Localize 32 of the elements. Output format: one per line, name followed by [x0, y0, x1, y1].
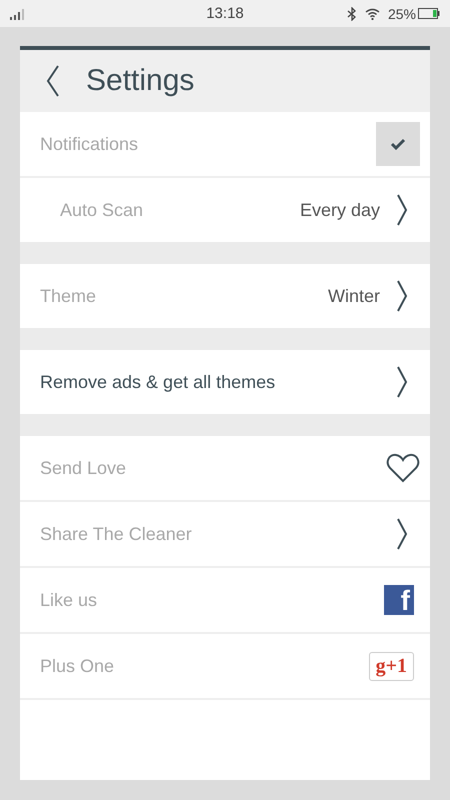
settings-row[interactable]: Theme Winter [20, 264, 430, 328]
facebook-button[interactable]: f [384, 585, 414, 615]
row-label: Like us [40, 590, 98, 610]
row-label: Share The Cleaner [40, 524, 193, 544]
back-icon[interactable] [46, 65, 60, 97]
row-label: Notifications [40, 134, 140, 154]
row-label: Auto Scan [59, 200, 144, 220]
check-icon [390, 138, 406, 150]
settings-row[interactable]: Auto Scan Every day [20, 178, 430, 242]
row-value: Every day [300, 200, 380, 220]
settings-row[interactable]: Like us f [20, 568, 430, 632]
chevron-icon [396, 194, 408, 226]
wifi-icon [364, 8, 380, 20]
battery-percent: 25% [388, 6, 416, 22]
chevron-icon [396, 366, 408, 398]
chevron-icon [396, 518, 408, 550]
clock-time: 13:18 [205, 5, 245, 22]
signal-icon [10, 8, 26, 20]
row-label: Send Love [40, 458, 128, 478]
heart-icon[interactable] [386, 453, 420, 483]
checkbox[interactable] [376, 122, 420, 166]
row-label: Plus One [40, 656, 116, 676]
chevron-icon [396, 280, 408, 312]
row-label: Remove ads & get all themes [40, 372, 276, 392]
settings-row[interactable]: Plus One g+1 [20, 634, 430, 698]
row-label: Theme [40, 286, 98, 306]
google-plus-button[interactable]: g+1 [368, 652, 414, 680]
battery-icon [418, 8, 440, 19]
row-value: Winter [328, 286, 380, 306]
bluetooth-icon [346, 6, 357, 20]
screen-title: Settings [86, 64, 194, 98]
settings-row[interactable]: Remove ads & get all themes [20, 350, 430, 414]
